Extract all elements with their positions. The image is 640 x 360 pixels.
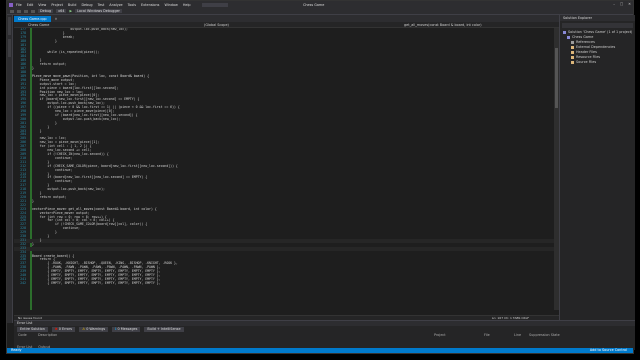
maximize-icon[interactable]: □ xyxy=(620,2,623,6)
error-list-filters: Entire Solution ✖ 0 Errors ⚠ 0 Warnings … xyxy=(14,326,635,333)
solution-tree-label: References xyxy=(576,40,595,44)
solution-tree-label: Resource Files xyxy=(576,55,601,59)
menu-item-project[interactable]: Project xyxy=(51,3,63,7)
code-text: output.loc.push_back(new_loc); xyxy=(32,187,105,192)
project-icon xyxy=(567,35,570,39)
window-title: Chess Game xyxy=(303,2,325,7)
scrollbar-thumb[interactable] xyxy=(555,48,558,108)
project-icon xyxy=(563,30,566,34)
platform-dropdown[interactable]: x64 xyxy=(56,9,67,13)
menu-item-window[interactable]: Window xyxy=(164,3,177,7)
menu-item-edit[interactable]: Edit xyxy=(27,3,34,7)
solution-tree-label: External Dependencies xyxy=(576,45,616,49)
title-bar: File Edit View Project Build Debug Test Analyze… xyxy=(7,1,633,8)
col-description[interactable]: Description xyxy=(38,333,57,338)
errors-count: 0 Errors xyxy=(58,327,73,331)
solution-tree-label: Solution 'Chess Game' (1 of 1 project) xyxy=(568,30,633,34)
warnings-count: 0 Warnings xyxy=(86,327,106,331)
forward-icon[interactable] xyxy=(17,9,21,13)
menu-item-debug[interactable]: Debug xyxy=(81,3,92,7)
folder-icon xyxy=(571,45,574,49)
col-code[interactable]: Code xyxy=(18,333,27,338)
undo-icon[interactable] xyxy=(31,9,35,13)
solution-explorer-search[interactable] xyxy=(562,23,633,28)
search-box[interactable] xyxy=(201,2,228,7)
menu-item-help[interactable]: Help xyxy=(183,3,191,7)
back-icon[interactable] xyxy=(10,9,14,13)
col-suppression-state[interactable]: Suppression State xyxy=(529,333,560,338)
play-icon[interactable]: ▶ xyxy=(69,9,72,13)
code-text-area[interactable]: 177 output.loc.push_back(new_loc); 178 } 1… xyxy=(14,28,554,310)
window-controls: – □ ✕ xyxy=(613,2,631,6)
configuration-dropdown[interactable]: Debug xyxy=(38,9,54,13)
scope-filter-dropdown[interactable]: Entire Solution xyxy=(17,327,48,332)
col-file[interactable]: File xyxy=(484,333,490,338)
menu-item-test[interactable]: Test xyxy=(98,3,105,7)
menu-item-build[interactable]: Build xyxy=(68,3,77,7)
col-project[interactable]: Project xyxy=(434,333,446,338)
warnings-filter-button[interactable]: ⚠ 0 Warnings xyxy=(79,327,109,332)
minimize-icon[interactable]: – xyxy=(613,2,615,6)
build-filter-dropdown[interactable]: Build + IntelliSense xyxy=(144,327,184,332)
solution-explorer-panel: Solution Explorer Solution 'Chess Game' … xyxy=(559,15,635,320)
code-text: } xyxy=(32,66,34,71)
error-list-column-headers: Code Description Project File Line Suppr… xyxy=(14,333,635,338)
messages-filter-button[interactable]: ℹ 0 Messages xyxy=(112,327,141,332)
code-line: 242 { EMPTY, EMPTY, EMPTY, EMPTY, EMPTY,… xyxy=(14,280,554,286)
solution-tree-label: Source Files xyxy=(576,60,597,64)
code-text: } xyxy=(32,241,34,246)
code-text: } xyxy=(32,198,34,203)
save-icon[interactable] xyxy=(24,9,28,13)
messages-count: 0 Messages xyxy=(117,327,138,331)
editor-tab-row: Chess Game.cpp ✕ xyxy=(14,15,559,22)
code-text: return output; xyxy=(32,62,67,67)
solution-explorer-title: Solution Explorer xyxy=(560,15,635,21)
menu-item-view[interactable]: View xyxy=(38,3,46,7)
scope-dropdown[interactable]: (Global Scope) xyxy=(204,23,229,27)
visual-studio-logo-icon xyxy=(9,2,13,7)
menu-item-file[interactable]: File xyxy=(16,3,22,7)
solution-tree-label: Header Files xyxy=(576,50,597,54)
function-dropdown[interactable]: get_all_moves(const Board & board, int c… xyxy=(404,23,482,27)
error-list-panel: Error List Entire Solution ✖ 0 Errors ⚠ … xyxy=(14,320,635,350)
status-bar: Ready Add to Source Control xyxy=(7,348,633,353)
code-text: while (is_repeated(piece)); xyxy=(32,50,100,55)
code-editor: Chess Game.cpp ✕ Chess Game (Global Scop… xyxy=(14,15,559,320)
menu-item-analyze[interactable]: Analyze xyxy=(109,3,122,7)
menu-item-tools[interactable]: Tools xyxy=(128,3,136,7)
ide-window: File Edit View Project Build Debug Test Analyze… xyxy=(6,0,635,354)
source-control-button[interactable]: Add to Source Control xyxy=(590,348,627,353)
project-icon xyxy=(571,40,574,44)
solution-tree-item[interactable]: Source Files xyxy=(560,60,635,65)
code-text: { EMPTY, EMPTY, EMPTY, EMPTY, EMPTY, EMP… xyxy=(32,280,161,285)
code-text: } xyxy=(32,38,57,43)
toolbar: Debug x64 ▶ Local Windows Debugger xyxy=(7,8,633,15)
col-line[interactable]: Line xyxy=(514,333,521,338)
folder-icon xyxy=(571,55,574,59)
solution-tree: Solution 'Chess Game' (1 of 1 project) Ch… xyxy=(560,30,635,65)
run-debugger-button[interactable]: Local Windows Debugger xyxy=(75,9,122,13)
errors-filter-button[interactable]: ✖ 0 Errors xyxy=(51,327,76,332)
left-tool-rail xyxy=(7,15,13,323)
code-text: } xyxy=(32,128,42,133)
project-dropdown[interactable]: Chess Game xyxy=(28,23,49,27)
menu-item-extensions[interactable]: Extensions xyxy=(141,3,159,7)
code-text: return output; xyxy=(32,194,67,199)
folder-icon xyxy=(571,50,574,54)
line-number: 242 xyxy=(20,280,26,285)
server-explorer-tab[interactable] xyxy=(8,17,11,35)
status-ready: Ready xyxy=(11,348,22,352)
menu-bar: File Edit View Project Build Debug Test Analyze… xyxy=(16,3,196,7)
close-icon[interactable]: ✕ xyxy=(628,2,631,6)
folder-icon xyxy=(571,60,574,64)
toolbox-tab[interactable] xyxy=(8,39,11,57)
solution-tree-label: Chess Game xyxy=(572,35,594,39)
